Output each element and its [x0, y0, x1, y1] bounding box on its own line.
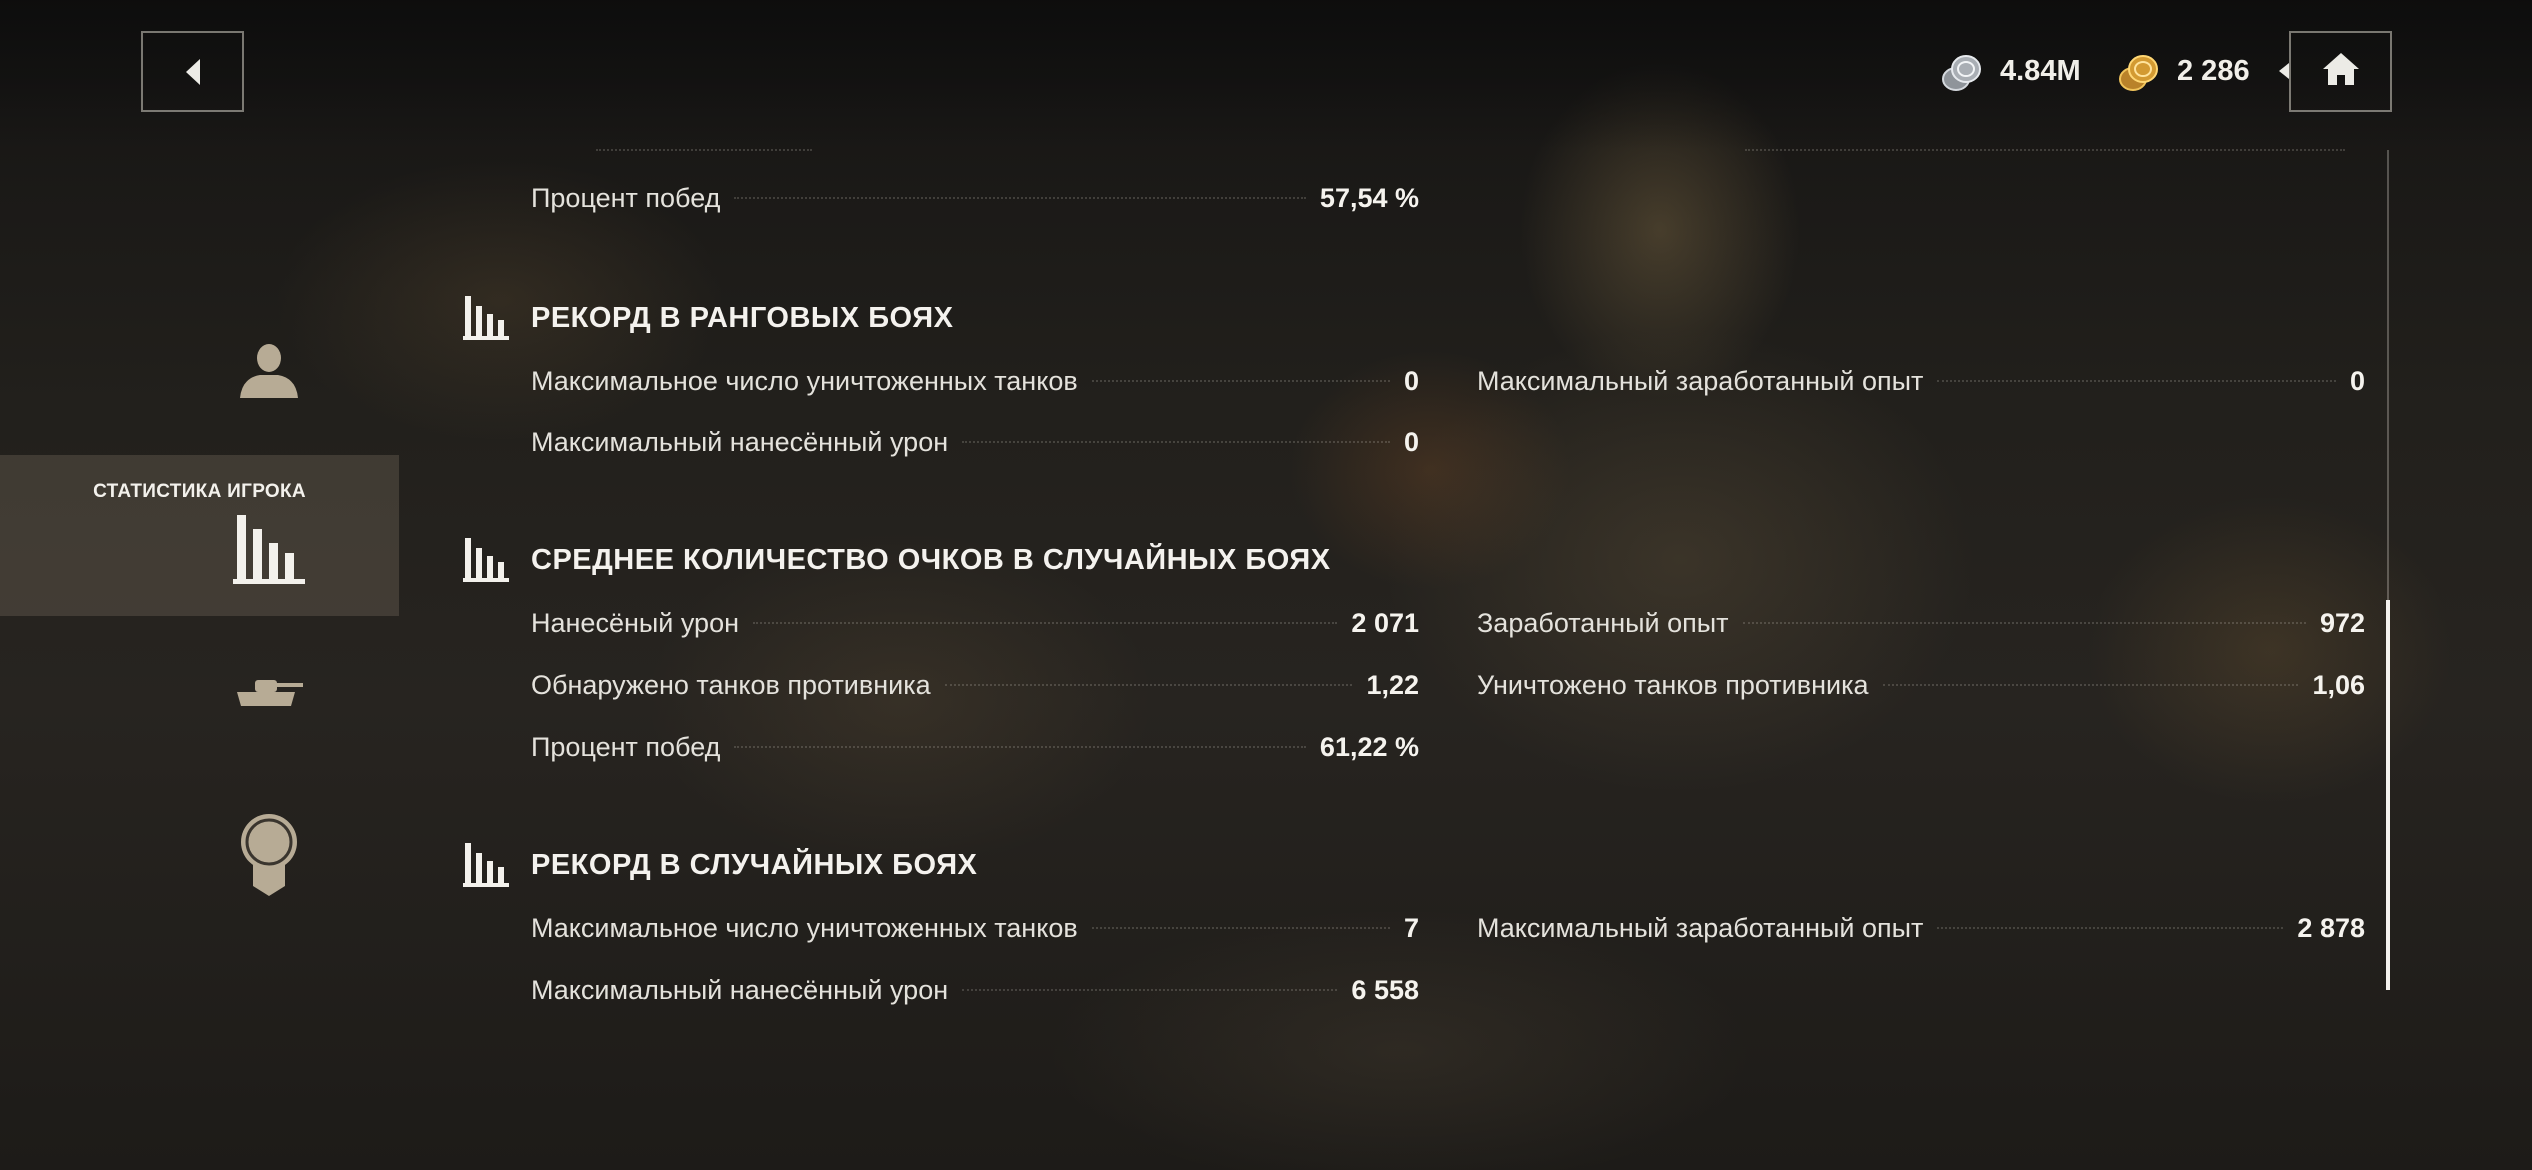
section-bar-chart-icon — [463, 296, 509, 340]
dotted-leader — [1937, 380, 2336, 382]
silver-balance: 4.84M — [1940, 46, 2081, 96]
stat-row-ranked-max-damage: Максимальный нанесённый урон 0 — [531, 422, 1419, 462]
stat-value: 1,06 — [2312, 669, 2365, 700]
bar-chart-icon — [230, 515, 308, 585]
section-title-random-average: СРЕДНЕЕ КОЛИЧЕСТВО ОЧКОВ В СЛУЧАЙНЫХ БОЯ… — [531, 544, 1331, 576]
person-icon — [238, 342, 300, 403]
dotted-leader — [1091, 380, 1390, 382]
stat-value: 972 — [2319, 607, 2365, 638]
sidebar-item-profile[interactable] — [230, 340, 308, 404]
stat-value: 57,54 % — [1319, 182, 1419, 213]
silver-coins-icon — [1940, 49, 1984, 93]
sidebar-item-achievements[interactable] — [232, 812, 306, 901]
section-title-random-record: РЕКОРД В СЛУЧАЙНЫХ БОЯХ — [531, 849, 978, 881]
dotted-leader — [734, 746, 1306, 748]
dotted-leader — [753, 622, 1338, 624]
stat-label: Максимальное число уничтоженных танков — [531, 912, 1078, 943]
clipped-row-leader-right — [1745, 147, 2345, 151]
stat-label: Максимальный заработанный опыт — [1477, 365, 1924, 396]
stat-row-ranked-max-xp: Максимальный заработанный опыт 0 — [1477, 361, 2365, 401]
stat-value: 6 558 — [1351, 974, 1419, 1005]
sidebar-item-tanks[interactable] — [228, 672, 310, 716]
stat-row-avg-spotted: Обнаружено танков противника 1,22 — [531, 665, 1419, 705]
stat-row-avg-damage: Нанесёный урон 2 071 — [531, 603, 1419, 643]
gold-balance: 2 286 — [2117, 46, 2250, 96]
gold-coins-icon — [2117, 49, 2161, 93]
dotted-leader — [1882, 684, 2299, 686]
stat-label: Процент побед — [531, 182, 721, 213]
section-bar-chart-icon — [463, 843, 509, 887]
stat-value: 0 — [2349, 365, 2365, 396]
stat-label: Нанесёный урон — [531, 607, 739, 638]
stat-label: Обнаружено танков противника — [531, 669, 931, 700]
stat-value: 61,22 % — [1319, 731, 1419, 762]
clipped-row-leader — [596, 147, 812, 151]
stat-row-random-max-damage: Максимальный нанесённый урон 6 558 — [531, 970, 1419, 1010]
stat-row-avg-destroyed: Уничтожено танков противника 1,06 — [1477, 665, 2365, 705]
stat-value: 0 — [1403, 426, 1419, 457]
dotted-leader — [1937, 927, 2284, 929]
gold-amount: 2 286 — [2177, 54, 2250, 87]
back-button[interactable] — [141, 31, 244, 112]
stat-label: Уничтожено танков противника — [1477, 669, 1869, 700]
scrollbar-thumb[interactable] — [2386, 600, 2390, 990]
home-menu-caret-icon[interactable] — [2279, 63, 2289, 79]
sidebar-item-stats-label: СТАТИСТИКА ИГРОКА — [93, 481, 306, 502]
stat-row-random-max-xp: Максимальный заработанный опыт 2 878 — [1477, 908, 2365, 948]
stat-label: Процент побед — [531, 731, 721, 762]
home-button[interactable] — [2289, 31, 2392, 112]
stat-label: Максимальное число уничтоженных танков — [531, 365, 1078, 396]
tank-icon — [233, 674, 305, 715]
dotted-leader — [1742, 622, 2306, 624]
dotted-leader — [734, 197, 1306, 199]
stat-value: 2 071 — [1351, 607, 1419, 638]
stat-value: 0 — [1403, 365, 1419, 396]
stat-value: 7 — [1403, 912, 1419, 943]
stat-label: Максимальный нанесённый урон — [531, 974, 949, 1005]
stat-label: Максимальный нанесённый урон — [531, 426, 949, 457]
stat-row-avg-win-rate: Процент побед 61,22 % — [531, 727, 1419, 767]
stat-row-win-rate-overall: Процент побед 57,54 % — [531, 178, 1419, 218]
section-bar-chart-icon — [463, 538, 509, 582]
dotted-leader — [1091, 927, 1390, 929]
sidebar-item-stats[interactable] — [0, 455, 399, 616]
stat-label: Максимальный заработанный опыт — [1477, 912, 1924, 943]
section-title-ranked-record: РЕКОРД В РАНГОВЫХ БОЯХ — [531, 302, 954, 334]
stat-value: 1,22 — [1366, 669, 1419, 700]
home-icon — [2321, 51, 2361, 92]
back-arrow-icon — [185, 58, 200, 85]
stat-row-ranked-max-kills: Максимальное число уничтоженных танков 0 — [531, 361, 1419, 401]
stat-value: 2 878 — [2297, 912, 2365, 943]
stat-row-avg-xp: Заработанный опыт 972 — [1477, 603, 2365, 643]
dotted-leader — [962, 989, 1338, 991]
stat-row-random-max-kills: Максимальное число уничтоженных танков 7 — [531, 908, 1419, 948]
screen: { "header": { "silver": "4.84M", "gold":… — [0, 0, 2532, 1170]
silver-amount: 4.84M — [2000, 54, 2081, 87]
dotted-leader — [944, 684, 1353, 686]
medal-icon — [239, 812, 299, 901]
stat-label: Заработанный опыт — [1477, 607, 1729, 638]
dotted-leader — [962, 441, 1390, 443]
